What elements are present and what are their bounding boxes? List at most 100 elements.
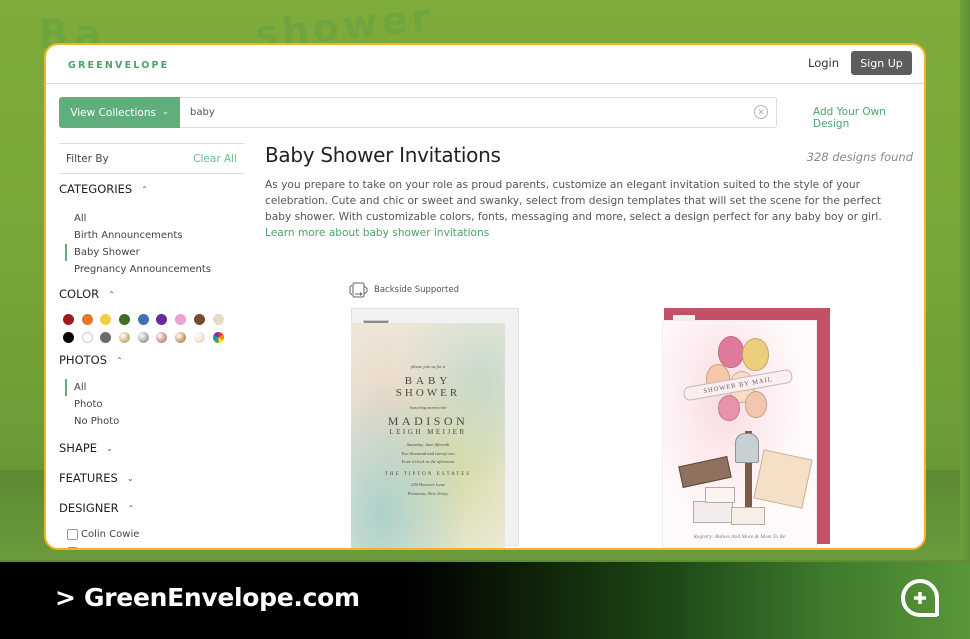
invitation-text: SHOWER xyxy=(395,387,461,399)
gift-illustration xyxy=(693,501,733,523)
color-swatch-yellow[interactable] xyxy=(100,314,112,325)
banner-url-text: > GreenEnvelope.com xyxy=(55,583,360,612)
color-swatch-pink[interactable] xyxy=(175,314,187,325)
color-swatch-multicolor[interactable] xyxy=(212,332,224,343)
designer-checkbox[interactable] xyxy=(67,547,78,548)
color-swatch-gray[interactable] xyxy=(100,332,112,343)
search-bar: View Collections ⌄ ✕ Add Your Own Design xyxy=(59,97,915,130)
shape-toggle[interactable]: SHAPE ⌄ xyxy=(59,441,113,455)
backside-supported-badge: Backside Supported xyxy=(347,282,459,298)
color-swatches xyxy=(63,314,231,343)
invitation-text: Four o'clock in the afternoon xyxy=(401,459,455,464)
color-swatch-white[interactable] xyxy=(81,332,93,343)
circle-plus-logo-icon xyxy=(901,579,939,617)
category-option-all[interactable]: All xyxy=(65,210,211,227)
designer-option-next[interactable] xyxy=(67,547,78,548)
color-swatch-orange[interactable] xyxy=(81,314,93,325)
photos-toggle[interactable]: PHOTOS ⌃ xyxy=(59,353,123,367)
results-count: 328 designs found xyxy=(806,150,913,164)
color-swatch-blue[interactable] xyxy=(137,314,149,325)
color-swatch-silver[interactable] xyxy=(137,332,149,343)
designer-checkbox[interactable] xyxy=(67,529,78,540)
chevron-down-icon: ⌄ xyxy=(106,443,113,453)
invitation-text: Saturday, June fifteenth xyxy=(406,442,450,447)
categories-toggle[interactable]: CATEGORIES ⌃ xyxy=(59,182,148,196)
invitation-text: BABY xyxy=(404,375,452,387)
designer-label: Colin Cowie xyxy=(81,529,140,540)
filter-sidebar: Filter By Clear All CATEGORIES ⌃ All Bir… xyxy=(59,143,244,548)
photo-option-no-photo[interactable]: No Photo xyxy=(65,413,119,430)
category-option-pregnancy-announcements[interactable]: Pregnancy Announcements xyxy=(65,261,211,278)
filter-header: Filter By Clear All xyxy=(59,143,244,174)
chevron-up-icon: ⌃ xyxy=(116,355,123,365)
category-option-baby-shower[interactable]: Baby Shower xyxy=(65,244,211,261)
view-collections-button[interactable]: View Collections ⌄ xyxy=(59,97,180,128)
categories-heading: CATEGORIES xyxy=(59,182,133,196)
color-toggle[interactable]: COLOR ⌃ xyxy=(59,287,115,301)
registry-text: Registry: Babies And More & Mom To Be xyxy=(693,534,786,540)
color-swatch-purple[interactable] xyxy=(156,314,168,325)
color-swatch-red[interactable] xyxy=(63,314,74,325)
category-option-birth-announcements[interactable]: Birth Announcements xyxy=(65,227,211,244)
gift-illustration xyxy=(705,487,735,503)
category-description: As you prepare to take on your role as p… xyxy=(265,177,905,241)
mailbox-illustration xyxy=(735,433,759,463)
balloon-illustration xyxy=(745,391,767,418)
designer-heading: DESIGNER xyxy=(59,501,119,515)
invitation-text: MADISON xyxy=(387,414,469,428)
color-swatch-green[interactable] xyxy=(119,314,131,325)
photo-option-photo[interactable]: Photo xyxy=(65,396,119,413)
backside-supported-label: Backside Supported xyxy=(374,285,459,295)
color-swatch-brown[interactable] xyxy=(193,314,205,325)
chevron-up-icon: ⌃ xyxy=(127,503,135,513)
balloon-illustration xyxy=(718,336,744,368)
gift-illustration xyxy=(731,507,765,525)
learn-more-link[interactable]: Learn more about baby shower invitations xyxy=(265,227,489,239)
clear-search-icon[interactable]: ✕ xyxy=(754,105,768,119)
features-toggle[interactable]: FEATURES ⌄ xyxy=(59,471,134,485)
invitation-text: Two thousand and twenty-two xyxy=(401,450,455,456)
sign-up-button[interactable]: Sign Up xyxy=(851,51,912,75)
filter-by-label: Filter By xyxy=(66,152,109,165)
site-logo[interactable]: GREENVELOPE xyxy=(68,60,169,71)
search-input[interactable] xyxy=(180,97,777,128)
designer-option-colin-cowie[interactable]: Colin Cowie xyxy=(67,529,139,540)
color-swatch-black[interactable] xyxy=(63,332,74,343)
color-swatch-gold[interactable] xyxy=(119,332,131,343)
invitation-text: honoring mom-to-be xyxy=(409,405,447,410)
shape-heading: SHAPE xyxy=(59,441,98,455)
invitation-text: LEIGH MEIJER xyxy=(389,428,467,436)
clear-all-link[interactable]: Clear All xyxy=(193,153,237,165)
chevron-down-icon: ⌄ xyxy=(126,473,134,483)
browser-window: GREENVELOPE Login Sign Up View Collectio… xyxy=(44,43,926,550)
page-title: Baby Shower Invitations xyxy=(265,143,501,167)
chevron-down-icon: ⌄ xyxy=(161,107,169,116)
color-swatch-copper[interactable] xyxy=(175,332,187,343)
color-swatch-ivory[interactable] xyxy=(193,332,205,343)
design-card-shower-by-mail[interactable]: SHOWER BY MAIL Registry: Babies And More… xyxy=(662,308,832,548)
add-your-own-design-link[interactable]: Add Your Own Design xyxy=(813,106,915,130)
details-note-illustration xyxy=(753,449,813,509)
invitation-text: 230 Hanover Lane xyxy=(411,482,445,487)
invitation-text: THE TIPTON ESTATES xyxy=(384,472,472,477)
photo-option-all[interactable]: All xyxy=(65,379,119,396)
photos-list: All Photo No Photo xyxy=(65,379,119,430)
balloon-illustration xyxy=(718,395,740,421)
background-decor xyxy=(960,0,970,560)
description-text: As you prepare to take on your role as p… xyxy=(265,179,882,223)
color-swatch-rose-gold[interactable] xyxy=(156,332,168,343)
invitation-text: please join us for a xyxy=(410,364,446,369)
categories-list: All Birth Announcements Baby Shower Preg… xyxy=(65,210,211,278)
chevron-up-icon: ⌃ xyxy=(108,289,115,299)
photos-heading: PHOTOS xyxy=(59,353,108,367)
design-card-watercolor-baby-shower[interactable]: please join us for a BABY SHOWER honorin… xyxy=(349,308,519,548)
view-collections-label: View Collections xyxy=(70,106,156,119)
login-link[interactable]: Login xyxy=(808,56,839,70)
color-swatch-cream[interactable] xyxy=(212,314,224,325)
designer-toggle[interactable]: DESIGNER ⌃ xyxy=(59,501,134,515)
footer-banner: > GreenEnvelope.com xyxy=(0,562,970,639)
sign-illustration xyxy=(678,456,732,488)
chevron-up-icon: ⌃ xyxy=(141,184,148,194)
features-heading: FEATURES xyxy=(59,471,118,485)
invitation-preview: SHOWER BY MAIL Registry: Babies And More… xyxy=(662,320,817,548)
